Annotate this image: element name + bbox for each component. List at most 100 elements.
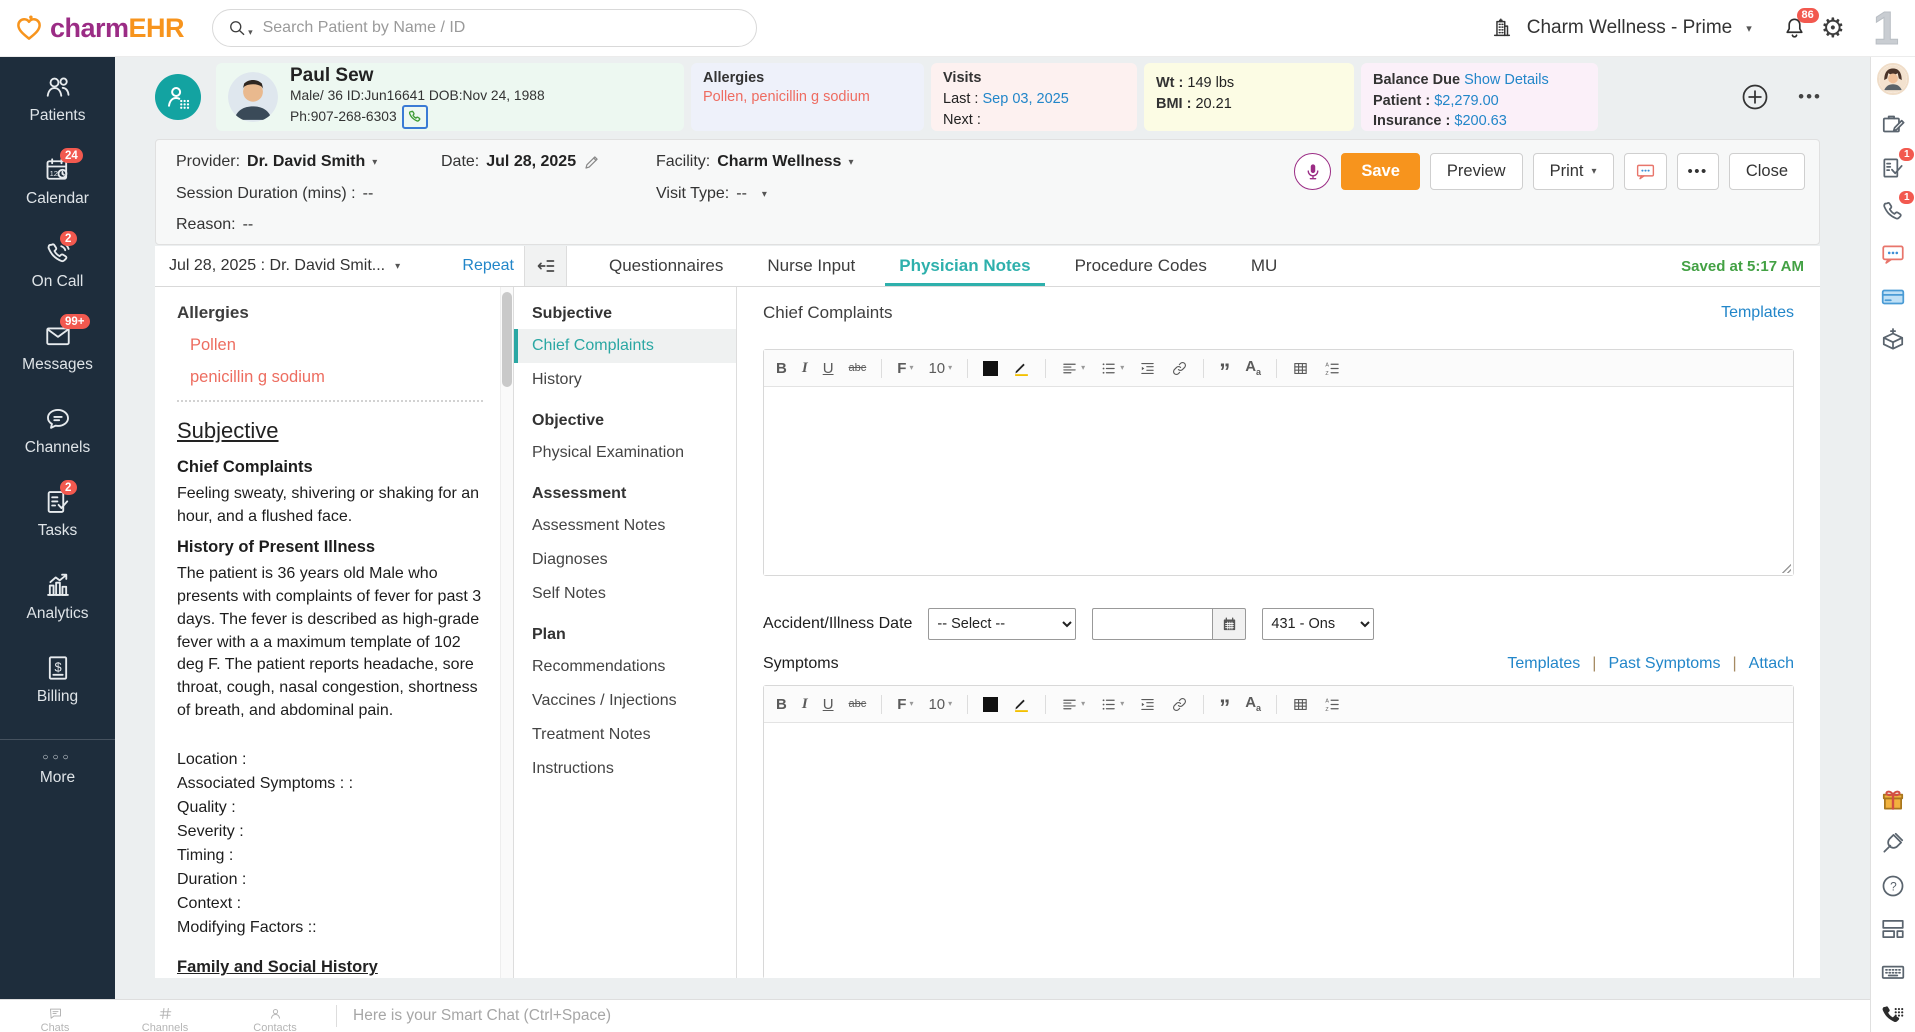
visits-card[interactable]: Visits Last : Sep 03, 2025 Next : [931, 63, 1137, 131]
visit-type-caret-icon[interactable]: ▾ [762, 189, 767, 200]
session-duration-value[interactable]: -- [363, 185, 374, 203]
sidebar-item-patients[interactable]: Patients [22, 73, 93, 125]
rte-strikethrough-button[interactable]: abc [849, 363, 867, 374]
tab-nurse-input[interactable]: Nurse Input [745, 246, 877, 286]
print-button[interactable]: Print▾ [1533, 153, 1614, 190]
preview-button[interactable]: Preview [1430, 153, 1523, 190]
accident-type-select[interactable]: -- Select -- [928, 608, 1076, 640]
close-button[interactable]: Close [1729, 153, 1805, 190]
rte-quote-button[interactable]: ” [1219, 357, 1230, 378]
rte-bold-button[interactable]: B [776, 697, 787, 712]
patient-more-actions-button[interactable]: ••• [1798, 87, 1822, 107]
task-check-icon[interactable]: 1 [1880, 155, 1906, 181]
facility-caret-icon[interactable]: ▾ [848, 157, 853, 168]
rte-list-button[interactable]: ▾ [1100, 360, 1124, 377]
rte-font-button[interactable]: F▾ [897, 361, 913, 376]
layout-icon[interactable] [1880, 916, 1906, 942]
rte-size-button[interactable]: 10▾ [928, 697, 952, 712]
sidebar-item-calendar[interactable]: 1224Calendar [22, 156, 93, 208]
rte-script-button[interactable]: Aa [1245, 695, 1261, 713]
patient-summary-card[interactable]: Paul Sew Male/ 36 ID:Jun16641 DOB:Nov 24… [216, 63, 684, 131]
rte-link-button[interactable] [1171, 696, 1188, 713]
zoho-one-icon[interactable]: 1 [1859, 1, 1913, 55]
symptoms-textarea[interactable] [764, 723, 1793, 978]
sidebar-item-messages[interactable]: 99+Messages [22, 322, 93, 374]
clipboard-pencil-icon[interactable] [1880, 112, 1906, 138]
rte-highlight-button[interactable] [1013, 360, 1030, 377]
search-caret-icon[interactable]: ▾ [248, 27, 253, 38]
nav-item-vaccines-injections[interactable]: Vaccines / Injections [514, 684, 736, 718]
rte-bold-button[interactable]: B [776, 361, 787, 376]
balance-insurance-value[interactable]: $200.63 [1454, 113, 1506, 129]
sidebar-item-analytics[interactable]: Analytics [22, 571, 93, 623]
rte-underline-button[interactable]: U [823, 361, 834, 376]
rte-checklist-button[interactable]: AZ [1324, 696, 1341, 713]
facility-value[interactable]: Charm Wellness [717, 153, 841, 171]
tab-physician-notes[interactable]: Physician Notes [877, 246, 1052, 286]
settings-gear-icon[interactable]: ⚙ [1821, 15, 1845, 42]
rte-strikethrough-button[interactable]: abc [849, 699, 867, 710]
rte-color-button[interactable] [983, 697, 998, 712]
sidebar-item-billing[interactable]: $Billing [22, 654, 93, 706]
rte-size-button[interactable]: 10▾ [928, 361, 952, 376]
payment-card-icon[interactable] [1880, 284, 1906, 310]
collapse-panel-button[interactable] [525, 246, 567, 286]
rte-table-button[interactable] [1292, 696, 1309, 713]
nav-item-self-notes[interactable]: Self Notes [514, 577, 736, 611]
balance-card[interactable]: Balance Due Show Details Patient : $2,27… [1361, 63, 1598, 131]
patient-search[interactable]: ▾ [212, 9, 757, 47]
keyboard-icon[interactable] [1880, 959, 1906, 985]
provider-caret-icon[interactable]: ▾ [372, 157, 377, 168]
bottom-tab-chats[interactable]: Chats [0, 1006, 110, 1032]
visit-type-value[interactable]: -- [736, 185, 747, 203]
sidebar-item-more[interactable]: ○○○ More [40, 752, 75, 787]
rte-align-button[interactable]: ▾ [1061, 696, 1085, 713]
bottom-tab-contacts[interactable]: Contacts [220, 1006, 330, 1032]
organization-name[interactable]: Charm Wellness - Prime [1527, 17, 1733, 39]
accident-date-input[interactable] [1092, 608, 1212, 640]
templates-link[interactable]: Templates [1721, 304, 1794, 322]
chief-complaints-textarea[interactable] [764, 387, 1793, 575]
nav-item-treatment-notes[interactable]: Treatment Notes [514, 718, 736, 752]
sidebar-item-channels[interactable]: Channels [22, 405, 93, 457]
dialer-icon[interactable] [1880, 1002, 1906, 1028]
calendar-button[interactable] [1212, 608, 1246, 640]
rte-checklist-button[interactable]: AZ [1324, 360, 1341, 377]
feedback-button[interactable] [1624, 153, 1667, 190]
rte-highlight-button[interactable] [1013, 696, 1030, 713]
smart-chat-input[interactable]: Here is your Smart Chat (Ctrl+Space) [353, 1007, 611, 1025]
rte-indent-button[interactable] [1139, 360, 1156, 377]
onset-code-select[interactable]: 431 - Ons [1262, 608, 1374, 640]
nav-item-instructions[interactable]: Instructions [514, 752, 736, 786]
org-caret-icon[interactable]: ▾ [1746, 22, 1752, 35]
rte-italic-button[interactable]: I [802, 361, 808, 376]
nav-item-diagnoses[interactable]: Diagnoses [514, 543, 736, 577]
visits-last-date[interactable]: Sep 03, 2025 [983, 91, 1069, 107]
allergies-card[interactable]: Allergies Pollen, penicillin g sodium [691, 63, 924, 131]
rte-font-button[interactable]: F▾ [897, 697, 913, 712]
help-icon[interactable]: ? [1880, 873, 1906, 899]
edit-date-icon[interactable] [583, 153, 601, 171]
attach-link[interactable]: Attach [1749, 655, 1794, 673]
feedback-icon[interactable] [1880, 241, 1906, 267]
sidebar-item-on-call[interactable]: 2On Call [22, 239, 93, 291]
vitals-card[interactable]: Wt : 149 lbs BMI : 20.21 [1144, 63, 1354, 131]
rte-table-button[interactable] [1292, 360, 1309, 377]
show-details-link[interactable]: Show Details [1464, 72, 1549, 88]
rte-italic-button[interactable]: I [802, 697, 808, 712]
reason-value[interactable]: -- [243, 216, 254, 234]
tab-mu[interactable]: MU [1229, 246, 1299, 286]
patient-avatar-button[interactable] [155, 74, 201, 120]
call-log-icon[interactable]: 1 [1880, 198, 1906, 224]
nav-item-chief-complaints[interactable]: Chief Complaints [514, 329, 736, 363]
user-avatar[interactable] [1877, 63, 1909, 95]
tab-procedure-codes[interactable]: Procedure Codes [1053, 246, 1229, 286]
encounter-select[interactable]: Jul 28, 2025 : Dr. David Smit... ▾ Repea… [155, 246, 525, 286]
nav-item-history[interactable]: History [514, 363, 736, 397]
nav-item-assessment-notes[interactable]: Assessment Notes [514, 509, 736, 543]
sidebar-item-tasks[interactable]: 2Tasks [22, 488, 93, 540]
call-patient-button[interactable] [402, 105, 428, 129]
note-summary-panel[interactable]: Allergies Pollenpenicillin g sodium Subj… [155, 287, 513, 978]
rte-indent-button[interactable] [1139, 696, 1156, 713]
rte-list-button[interactable]: ▾ [1100, 696, 1124, 713]
